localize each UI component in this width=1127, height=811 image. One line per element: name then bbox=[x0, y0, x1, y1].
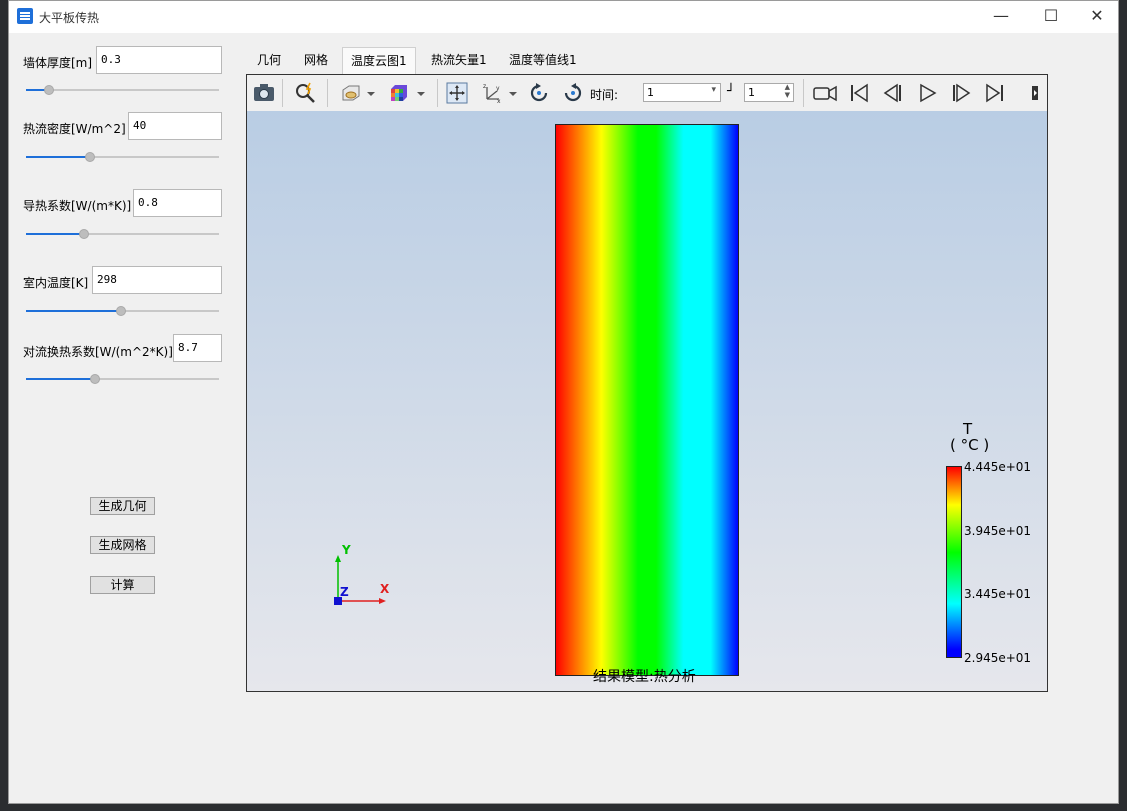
display-mode-dropdown-icon[interactable] bbox=[365, 81, 377, 105]
legend-unit: ( °C ) bbox=[950, 436, 990, 454]
tab-mesh[interactable]: 网格 bbox=[296, 47, 336, 74]
display-mode-icon[interactable] bbox=[339, 81, 363, 105]
rotate-right-icon[interactable] bbox=[561, 81, 585, 105]
first-frame-icon[interactable] bbox=[847, 81, 871, 105]
result-viewer: z xy 时间: 1 ▾ ┘ 1 ▲ ▼ 结果模型:热分析 Y Z X T (°… bbox=[246, 74, 1048, 692]
title-bar: 大平板传热 — ☐ ✕ bbox=[9, 1, 1118, 33]
room-temp-slider[interactable] bbox=[26, 304, 219, 318]
viewer-toolbar: z xy 时间: 1 ▾ ┘ 1 ▲ ▼ bbox=[247, 75, 1047, 112]
heat-flux-input[interactable]: 40 bbox=[128, 112, 222, 140]
next-frame-icon[interactable] bbox=[949, 81, 973, 105]
colormap-dropdown-icon[interactable] bbox=[415, 81, 427, 105]
legend-colorbar bbox=[946, 466, 962, 658]
rotate-left-icon[interactable] bbox=[527, 81, 551, 105]
render-viewport[interactable]: 结果模型:热分析 Y Z X T ( °C ) 4.445e+01 3.945e… bbox=[247, 111, 1047, 691]
zoom-icon[interactable] bbox=[293, 81, 317, 105]
result-model-caption: 结果模型:热分析 bbox=[593, 669, 696, 685]
record-video-icon[interactable] bbox=[811, 81, 839, 105]
conductivity-slider[interactable] bbox=[26, 227, 219, 241]
heat-flux-slider[interactable] bbox=[26, 150, 219, 164]
axes-dropdown-icon[interactable] bbox=[507, 81, 519, 105]
minimize-button[interactable]: — bbox=[978, 1, 1024, 33]
previous-frame-icon[interactable] bbox=[881, 81, 905, 105]
maximize-button[interactable]: ☐ bbox=[1028, 1, 1074, 33]
temperature-field bbox=[555, 124, 739, 676]
compute-button[interactable]: 计算 bbox=[90, 576, 155, 594]
app-window: 大平板传热 — ☐ ✕ 墙体厚度[m] 0.3 热流密度[W/m^2] 40 导… bbox=[8, 0, 1119, 804]
window-title: 大平板传热 bbox=[39, 11, 100, 25]
axes-orientation-icon[interactable]: z xy bbox=[481, 81, 505, 105]
tab-temperature-contour[interactable]: 温度云图1 bbox=[342, 47, 416, 75]
svg-text:z: z bbox=[483, 83, 486, 90]
tab-heat-flux-vector[interactable]: 热流矢量1 bbox=[423, 47, 495, 74]
chevron-down-icon: ▾ bbox=[711, 85, 716, 95]
legend-label-3: 3.445e+01 bbox=[964, 587, 1032, 601]
close-button[interactable]: ✕ bbox=[1074, 1, 1120, 33]
spin-arrows-icon[interactable]: ▲ ▼ bbox=[785, 83, 790, 99]
svg-text:y: y bbox=[496, 85, 500, 92]
legend-min-label: 2.945e+01 bbox=[964, 651, 1032, 665]
step-corner-icon: ┘ bbox=[727, 84, 735, 99]
conductivity-label: 导热系数[W/(m*K)] bbox=[23, 199, 132, 213]
room-temp-label: 室内温度[K] bbox=[23, 276, 89, 290]
convection-slider[interactable] bbox=[26, 372, 219, 386]
colormap-icon[interactable] bbox=[387, 81, 411, 105]
step-spinbox[interactable]: 1 ▲ ▼ bbox=[744, 83, 794, 102]
axis-label-z: Z bbox=[340, 585, 349, 599]
tab-temperature-isoline[interactable]: 温度等值线1 bbox=[501, 47, 585, 74]
time-label: 时间: bbox=[590, 88, 619, 102]
play-icon[interactable] bbox=[915, 81, 939, 105]
coordinate-axes bbox=[334, 555, 386, 605]
generate-geometry-button[interactable]: 生成几何 bbox=[90, 497, 155, 515]
conductivity-input[interactable]: 0.8 bbox=[133, 189, 222, 217]
time-select[interactable]: 1 ▾ bbox=[643, 83, 721, 102]
wall-thickness-label: 墙体厚度[m] bbox=[23, 56, 93, 70]
wall-thickness-slider[interactable] bbox=[26, 83, 219, 97]
heat-flux-label: 热流密度[W/m^2] bbox=[23, 122, 126, 136]
camera-icon[interactable] bbox=[252, 81, 276, 105]
svg-text:x: x bbox=[497, 98, 501, 105]
generate-mesh-button[interactable]: 生成网格 bbox=[90, 536, 155, 554]
tab-geometry[interactable]: 几何 bbox=[249, 47, 289, 74]
fit-view-icon[interactable] bbox=[445, 81, 469, 105]
convection-label: 对流换热系数[W/(m^2*K)] bbox=[23, 345, 173, 359]
axis-label-x: X bbox=[380, 582, 390, 596]
wall-thickness-input[interactable]: 0.3 bbox=[96, 46, 222, 74]
convection-input[interactable]: 8.7 bbox=[173, 334, 222, 362]
axis-label-y: Y bbox=[342, 543, 351, 557]
room-temp-input[interactable]: 298 bbox=[92, 266, 222, 294]
legend-label-2: 3.945e+01 bbox=[964, 524, 1032, 538]
last-frame-icon[interactable] bbox=[983, 81, 1007, 105]
legend-max-label: 4.445e+01 bbox=[964, 460, 1032, 474]
time-select-value: 1 bbox=[647, 86, 654, 99]
app-icon bbox=[17, 8, 33, 24]
toolbar-overflow-icon[interactable] bbox=[1029, 81, 1043, 105]
step-spinbox-value: 1 bbox=[748, 86, 755, 99]
